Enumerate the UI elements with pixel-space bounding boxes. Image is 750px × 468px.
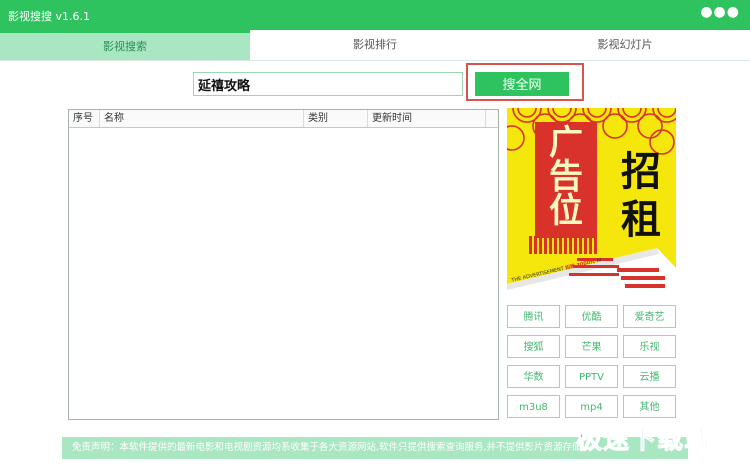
search-input[interactable] bbox=[193, 72, 463, 96]
column-header-index[interactable]: 序号 bbox=[69, 110, 100, 127]
title-bar: 影视搜搜 v1.6.1 ●●● bbox=[0, 0, 750, 30]
watermark-logo: 极速下载站 bbox=[575, 425, 712, 456]
source-button-mp4[interactable]: mp4 bbox=[565, 395, 618, 418]
source-button-sohu[interactable]: 搜狐 bbox=[507, 335, 560, 358]
source-button-mango[interactable]: 芒果 bbox=[565, 335, 618, 358]
search-all-web-button[interactable]: 搜全网 bbox=[475, 72, 569, 96]
column-header-name[interactable]: 名称 bbox=[100, 110, 304, 127]
window-title: 影视搜搜 v1.6.1 bbox=[8, 10, 90, 23]
source-button-tencent[interactable]: 腾讯 bbox=[507, 305, 560, 328]
source-button-iqiyi[interactable]: 爱奇艺 bbox=[623, 305, 676, 328]
tab-movie-search[interactable]: 影视搜索 bbox=[0, 30, 250, 60]
tab-movie-slideshow[interactable]: 影视幻灯片 bbox=[500, 30, 750, 60]
source-button-wasu[interactable]: 华数 bbox=[507, 365, 560, 388]
source-button-letv[interactable]: 乐视 bbox=[623, 335, 676, 358]
source-button-cloud-play[interactable]: 云播 bbox=[623, 365, 676, 388]
source-button-m3u8[interactable]: m3u8 bbox=[507, 395, 560, 418]
ad-text-side: 招 租 bbox=[621, 149, 661, 243]
table-header: 序号 名称 类别 更新时间 bbox=[69, 110, 498, 128]
source-button-other[interactable]: 其他 bbox=[623, 395, 676, 418]
tab-movie-ranking[interactable]: 影视排行 bbox=[250, 30, 500, 60]
column-header-category[interactable]: 类别 bbox=[304, 110, 368, 127]
source-button-pptv[interactable]: PPTV bbox=[565, 365, 618, 388]
more-dots-icon[interactable]: ●●● bbox=[700, 4, 740, 20]
column-header-update-time[interactable]: 更新时间 bbox=[368, 110, 486, 127]
results-table[interactable]: 序号 名称 类别 更新时间 bbox=[68, 109, 499, 420]
ad-text-vertical: 广 告 位 bbox=[549, 123, 583, 231]
ad-banner[interactable]: 广 告 位 招 租 THE ADVERTISEMENT 招租 3000元 AI bbox=[507, 108, 676, 295]
tab-bar: 影视搜索 影视排行 影视幻灯片 bbox=[0, 30, 750, 61]
source-button-youku[interactable]: 优酷 bbox=[565, 305, 618, 328]
column-header-spacer bbox=[486, 110, 498, 127]
